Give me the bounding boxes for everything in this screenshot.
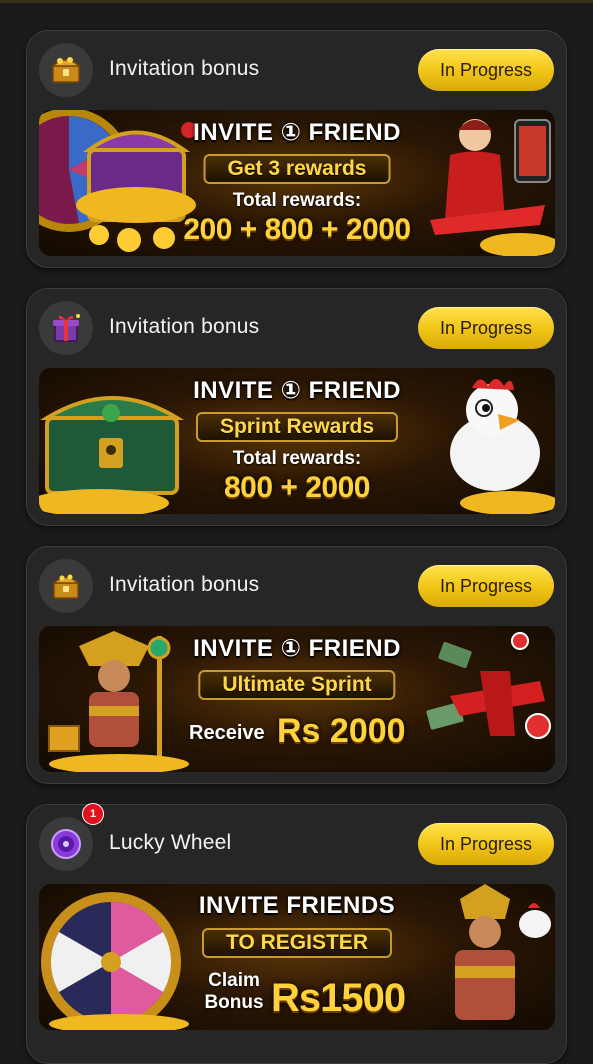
banner-subheading: Sprint Rewards — [195, 412, 399, 442]
promo-banner[interactable]: INVITE FRIENDS TO REGISTER Claim Bonus R… — [39, 884, 555, 1030]
task-card[interactable]: Invitation bonus In Progress INVITE ① FR… — [26, 30, 567, 268]
treasure-chest-icon — [39, 559, 93, 613]
banner-caption: Total rewards: — [232, 190, 362, 211]
banner-caption: Total rewards: — [232, 448, 362, 469]
lucky-wheel-icon — [39, 817, 93, 871]
card-header: Invitation bonus In Progress — [27, 31, 566, 109]
in-progress-button[interactable]: In Progress — [418, 307, 554, 349]
banner-subheading: TO REGISTER — [202, 928, 392, 958]
banner-amount: 800 + 2000 — [224, 471, 370, 504]
card-title: Invitation bonus — [109, 315, 260, 338]
task-card[interactable]: Invitation bonus In Progress INVITE ① FR… — [26, 546, 567, 784]
in-progress-button[interactable]: In Progress — [418, 823, 554, 865]
banner-amount: 200 + 800 + 2000 — [183, 213, 411, 246]
banner-headline: INVITE FRIENDS — [198, 892, 396, 919]
treasure-chest-icon — [39, 43, 93, 97]
banner-caption: Receive — [189, 722, 265, 744]
card-header: Invitation bonus In Progress — [27, 289, 566, 367]
card-header: 1 Lucky Wheel In Progress — [27, 803, 566, 883]
top-divider — [0, 0, 593, 3]
card-title: Invitation bonus — [109, 57, 260, 80]
banner-subheading: Get 3 rewards — [203, 154, 391, 184]
banner-amount: Rs 2000 — [277, 712, 406, 750]
task-card[interactable]: 1 Lucky Wheel In Progress INVITE FRIENDS… — [26, 803, 567, 1064]
in-progress-button[interactable]: In Progress — [418, 565, 554, 607]
notification-badge: 1 — [82, 803, 104, 825]
banner-amount: Rs1500 — [271, 976, 406, 1020]
promo-banner[interactable]: INVITE ① FRIEND Ultimate Sprint Receive … — [39, 626, 555, 772]
card-header: Invitation bonus In Progress — [27, 547, 566, 625]
banner-caption: Claim Bonus — [204, 970, 264, 1013]
gift-box-icon — [39, 301, 93, 355]
task-card[interactable]: Invitation bonus In Progress INVITE ① FR… — [26, 288, 567, 526]
card-title: Lucky Wheel — [109, 831, 232, 854]
banner-headline: INVITE ① FRIEND — [193, 635, 401, 662]
banner-headline: INVITE ① FRIEND — [193, 377, 401, 404]
promo-banner[interactable]: INVITE ① FRIEND Get 3 rewards Total rewa… — [39, 110, 555, 256]
card-title: Invitation bonus — [109, 573, 260, 596]
banner-subheading: Ultimate Sprint — [198, 670, 396, 700]
banner-headline: INVITE ① FRIEND — [193, 119, 401, 146]
in-progress-button[interactable]: In Progress — [418, 49, 554, 91]
promo-banner[interactable]: INVITE ① FRIEND Sprint Rewards Total rew… — [39, 368, 555, 514]
